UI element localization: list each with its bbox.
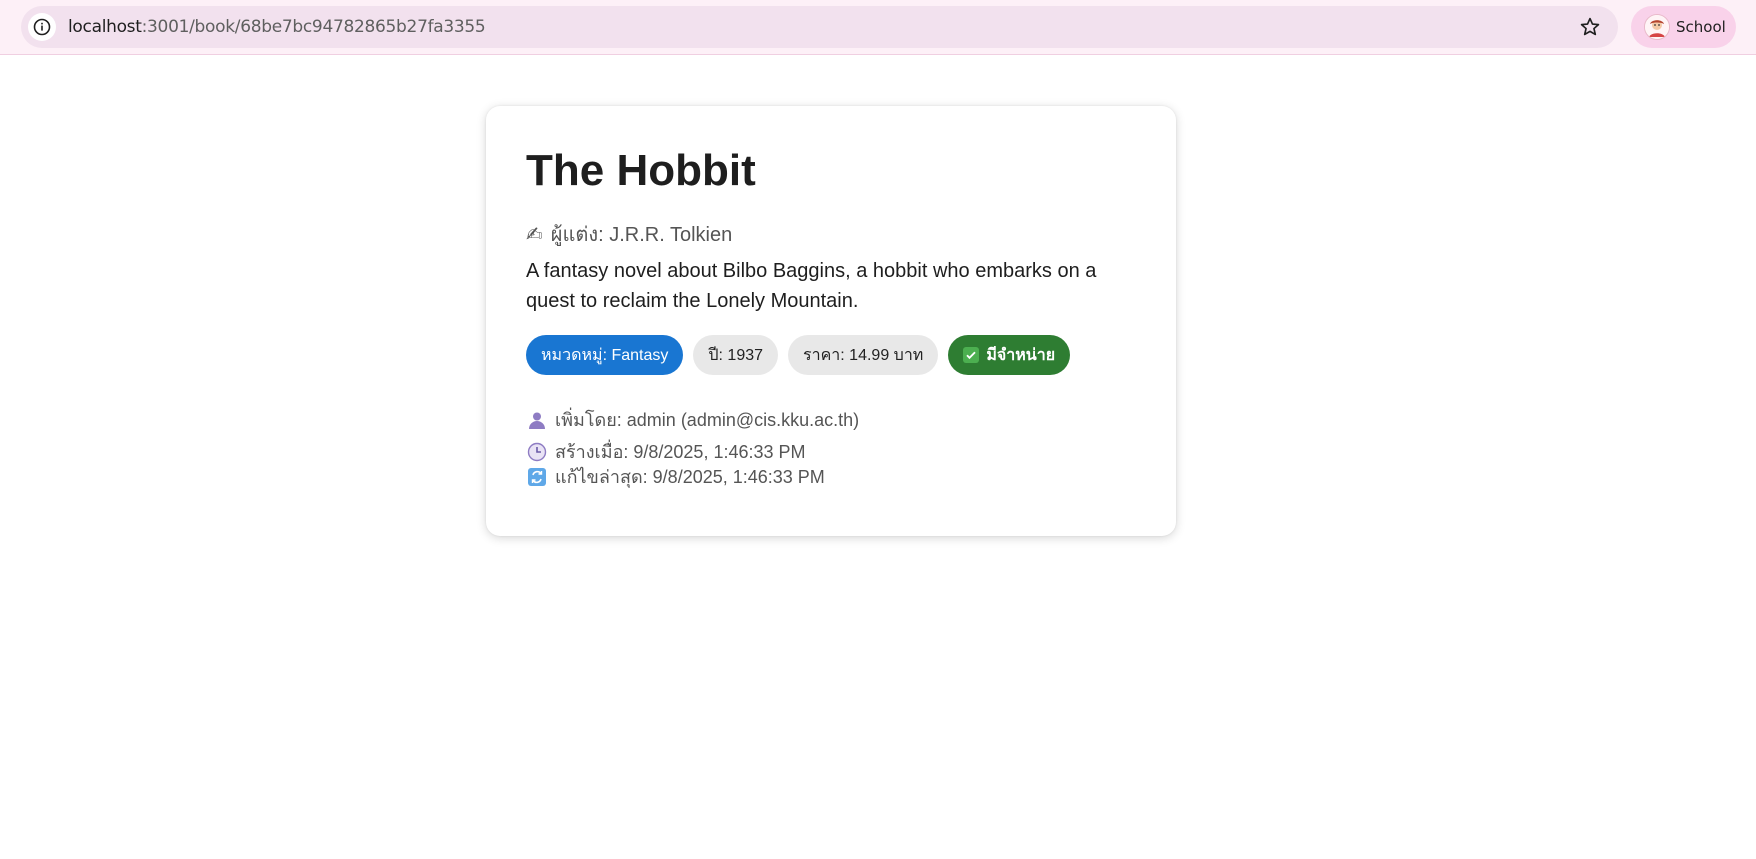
browser-toolbar: localhost:3001/book/68be7bc94782865b27fa… — [0, 0, 1756, 55]
url-path: :3001/book/68be7bc94782865b27fa3355 — [141, 17, 486, 37]
clock-icon — [526, 441, 548, 463]
updated-text: แก้ไขล่าสุด: 9/8/2025, 1:46:33 PM — [555, 467, 825, 487]
bookmark-button[interactable] — [1578, 15, 1602, 39]
category-badge: หมวดหมู่: Fantasy — [526, 335, 684, 375]
address-bar[interactable]: localhost:3001/book/68be7bc94782865b27fa… — [21, 6, 1618, 48]
profile-avatar-icon — [1645, 15, 1669, 39]
price-badge: ราคา: 14.99 บาท — [788, 335, 939, 375]
stock-badge: มีจำหน่าย — [948, 335, 1071, 375]
user-icon — [526, 409, 548, 431]
writing-hand-icon: ✍ — [526, 223, 543, 246]
url-host: localhost — [68, 17, 142, 37]
book-author: ✍ ผู้แต่ง: J.R.R. Tolkien — [526, 218, 732, 250]
profile-button[interactable]: School — [1631, 6, 1736, 48]
stock-text: มีจำหน่าย — [986, 346, 1056, 364]
added-by-text: เพิ่มโดย: admin (admin@cis.kku.ac.th) — [555, 410, 860, 430]
site-info-button[interactable] — [28, 13, 56, 41]
book-description: A fantasy novel about Bilbo Baggins, a h… — [526, 260, 1097, 312]
book-title: The Hobbit — [526, 146, 756, 195]
year-badge: ปี: 1937 — [693, 335, 779, 375]
avatar — [1644, 14, 1670, 40]
book-card: The Hobbit ✍ ผู้แต่ง: J.R.R. Tolkien A f… — [486, 106, 1176, 536]
updated-row: แก้ไขล่าสุด: 9/8/2025, 1:46:33 PM — [526, 462, 825, 491]
author-text: ผู้แต่ง: J.R.R. Tolkien — [550, 224, 733, 246]
added-by-row: เพิ่มโดย: admin (admin@cis.kku.ac.th) — [526, 405, 859, 434]
refresh-icon — [526, 466, 548, 488]
check-mark-icon — [963, 347, 980, 363]
profile-name: School — [1676, 18, 1726, 36]
star-icon — [1580, 17, 1600, 36]
info-icon — [33, 18, 51, 36]
url-text[interactable]: localhost:3001/book/68be7bc94782865b27fa… — [68, 17, 486, 37]
book-badges: หมวดหมู่: Fantasy ปี: 1937 ราคา: 14.99 บ… — [526, 335, 1071, 375]
